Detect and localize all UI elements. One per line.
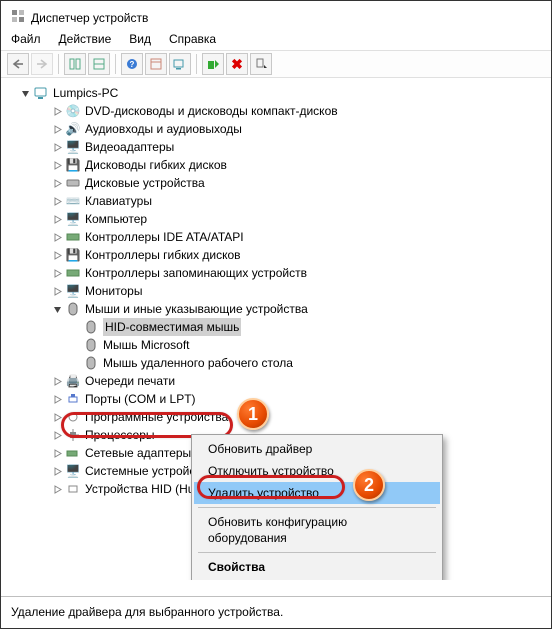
context-menu-separator — [198, 507, 436, 508]
tree-cat-floppyctrl[interactable]: 💾 Контроллеры гибких дисков — [11, 246, 549, 264]
svg-text:?: ? — [130, 60, 135, 69]
chevron-right-icon — [51, 213, 63, 225]
mouse-icon — [83, 319, 99, 335]
tree-item-microsoft-mouse[interactable]: Мышь Microsoft — [11, 336, 549, 354]
chevron-right-icon — [51, 105, 63, 117]
update-driver-button[interactable] — [202, 53, 224, 75]
chevron-right-icon — [51, 231, 63, 243]
window-title: Диспетчер устройств — [31, 11, 148, 25]
mouse-icon — [83, 337, 99, 353]
device-tree: Lumpics-PC 💿 DVD-дисководы и дисководы к… — [1, 78, 551, 580]
tree-item-hid-mouse[interactable]: HID-совместимая мышь — [11, 318, 549, 336]
chevron-right-icon — [51, 285, 63, 297]
chevron-right-icon — [51, 267, 63, 279]
chevron-right-icon — [51, 447, 63, 459]
view-grid-1-button[interactable] — [64, 53, 86, 75]
menubar: Файл Действие Вид Справка — [1, 30, 551, 50]
tree-root[interactable]: Lumpics-PC — [11, 84, 549, 102]
chevron-down-icon — [51, 303, 63, 315]
status-text: Удаление драйвера для выбранного устройс… — [11, 605, 283, 619]
printer-icon: 🖨️ — [65, 373, 81, 389]
chevron-right-icon — [51, 249, 63, 261]
tree-cat-monitor[interactable]: 🖥️ Мониторы — [11, 282, 549, 300]
tree-cat-printq[interactable]: 🖨️ Очереди печати — [11, 372, 549, 390]
system-device-icon: 🖥️ — [65, 463, 81, 479]
more-button[interactable] — [250, 53, 272, 75]
tree-cat-mouse[interactable]: Мыши и иные указывающие устройства — [11, 300, 549, 318]
statusbar: Удаление драйвера для выбранного устройс… — [1, 596, 551, 628]
tree-cat-soft[interactable]: Программные устройства — [11, 408, 549, 426]
floppy-icon: 💾 — [65, 157, 81, 173]
tree-cat-ports[interactable]: Порты (COM и LPT) — [11, 390, 549, 408]
uninstall-button[interactable]: ✖ — [226, 53, 248, 75]
tree-cat-floppy[interactable]: 💾 Дисководы гибких дисков — [11, 156, 549, 174]
mouse-icon — [83, 355, 99, 371]
tree-cat-audio[interactable]: 🔊 Аудиовходы и аудиовыходы — [11, 120, 549, 138]
ctx-update-driver[interactable]: Обновить драйвер — [194, 438, 440, 460]
floppy-controller-icon: 💾 — [65, 247, 81, 263]
software-device-icon — [65, 409, 81, 425]
chevron-right-icon — [51, 195, 63, 207]
disk-icon — [65, 175, 81, 191]
ctx-disable-device[interactable]: Отключить устройство — [194, 460, 440, 482]
toolbar: ? ✖ — [1, 50, 551, 78]
processor-icon — [65, 427, 81, 443]
mouse-category-icon — [65, 301, 81, 317]
display-adapter-icon: 🖥️ — [65, 139, 81, 155]
app-icon — [11, 9, 25, 26]
audio-icon: 🔊 — [65, 121, 81, 137]
dvd-icon: 💿 — [65, 103, 81, 119]
help-button[interactable]: ? — [121, 53, 143, 75]
chevron-right-icon — [51, 159, 63, 171]
chevron-right-icon — [51, 465, 63, 477]
tree-cat-ide[interactable]: Контроллеры IDE ATA/ATAPI — [11, 228, 549, 246]
menu-view[interactable]: Вид — [129, 32, 151, 46]
chevron-right-icon — [51, 483, 63, 495]
context-menu-separator — [198, 552, 436, 553]
port-icon — [65, 391, 81, 407]
menu-action[interactable]: Действие — [59, 32, 112, 46]
tree-cat-storage[interactable]: Контроллеры запоминающих устройств — [11, 264, 549, 282]
hid-icon — [65, 481, 81, 497]
tree-item-rdp-mouse[interactable]: Мышь удаленного рабочего стола — [11, 354, 549, 372]
computer-icon: 🖥️ — [65, 211, 81, 227]
computer-icon — [33, 85, 49, 101]
tree-root-label: Lumpics-PC — [53, 84, 118, 102]
chevron-right-icon — [51, 141, 63, 153]
menu-help[interactable]: Справка — [169, 32, 216, 46]
ctx-properties[interactable]: Свойства — [194, 556, 440, 578]
tree-cat-computer[interactable]: 🖥️ Компьютер — [11, 210, 549, 228]
monitor-icon: 🖥️ — [65, 283, 81, 299]
ctx-uninstall-device[interactable]: Удалить устройство — [194, 482, 440, 504]
tree-cat-keyboard[interactable]: ⌨️ Клавиатуры — [11, 192, 549, 210]
ide-controller-icon — [65, 229, 81, 245]
forward-button[interactable] — [31, 53, 53, 75]
titlebar: Диспетчер устройств — [1, 1, 551, 30]
scan-hardware-button[interactable] — [169, 53, 191, 75]
tree-cat-dvd[interactable]: 💿 DVD-дисководы и дисководы компакт-диск… — [11, 102, 549, 120]
tree-cat-disk[interactable]: Дисковые устройства — [11, 174, 549, 192]
chevron-down-icon — [19, 87, 31, 99]
menu-file[interactable]: Файл — [11, 32, 41, 46]
ctx-scan-hardware[interactable]: Обновить конфигурацию оборудования — [194, 511, 440, 549]
chevron-right-icon — [51, 177, 63, 189]
properties-button[interactable] — [145, 53, 167, 75]
chevron-right-icon — [51, 411, 63, 423]
tree-cat-video[interactable]: 🖥️ Видеоадаптеры — [11, 138, 549, 156]
storage-controller-icon — [65, 265, 81, 281]
chevron-right-icon — [51, 123, 63, 135]
context-menu: Обновить драйвер Отключить устройство Уд… — [191, 434, 443, 580]
chevron-right-icon — [51, 393, 63, 405]
keyboard-icon: ⌨️ — [65, 193, 81, 209]
chevron-right-icon — [51, 375, 63, 387]
view-grid-2-button[interactable] — [88, 53, 110, 75]
network-adapter-icon — [65, 445, 81, 461]
chevron-right-icon — [51, 429, 63, 441]
back-button[interactable] — [7, 53, 29, 75]
